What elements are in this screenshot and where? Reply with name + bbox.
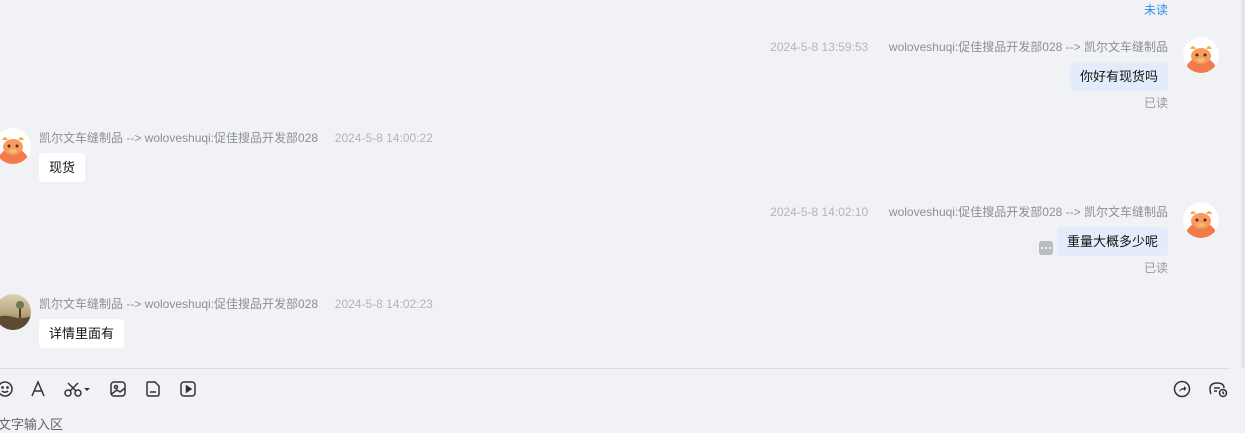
emoji-icon[interactable]: [0, 379, 15, 399]
avatar[interactable]: [0, 294, 31, 330]
file-icon[interactable]: [143, 379, 163, 399]
divider: [0, 368, 1230, 369]
message-sender: 凯尔文车缝制品 --> woloveshuqi:促佳搜品开发部028: [39, 297, 319, 311]
message-sender: woloveshuqi:促佳搜品开发部028 --> 凯尔文车缝制品: [888, 205, 1168, 219]
message-bubble[interactable]: 重量大概多少呢: [1056, 227, 1168, 256]
message-meta: 凯尔文车缝制品 --> woloveshuqi:促佳搜品开发部028 2024-…: [39, 295, 433, 312]
image-icon[interactable]: [108, 379, 128, 399]
message-input[interactable]: 文字输入区: [0, 412, 1230, 432]
message-bubble[interactable]: 详情里面有: [39, 319, 125, 348]
message-sender: 凯尔文车缝制品 --> woloveshuqi:促佳搜品开发部028: [39, 131, 319, 145]
share-icon[interactable]: [1172, 379, 1192, 399]
message-sender: woloveshuqi:促佳搜品开发部028 --> 凯尔文车缝制品: [888, 40, 1168, 54]
message-meta: 凯尔文车缝制品 --> woloveshuqi:促佳搜品开发部028 2024-…: [39, 129, 433, 146]
avatar[interactable]: [1183, 37, 1219, 73]
scrollbar[interactable]: [1241, 0, 1245, 368]
message-time: 2024-5-8 13:59:53: [770, 40, 869, 54]
message-time: 2024-5-8 14:00:22: [334, 131, 433, 145]
video-icon[interactable]: [178, 379, 198, 399]
read-status: 已读: [1143, 96, 1168, 110]
quick-reply-icon[interactable]: [1208, 379, 1228, 399]
more-options-icon[interactable]: [1039, 241, 1053, 255]
scissors-icon[interactable]: [62, 379, 92, 399]
avatar[interactable]: [1183, 202, 1219, 238]
font-icon[interactable]: [28, 379, 48, 399]
chat-message-area: 未读 2024-5-8 13:59:53 woloveshuqi:促佳搜品开发部…: [0, 0, 1240, 368]
read-status: 已读: [1143, 261, 1168, 275]
message-bubble[interactable]: 你好有现货吗: [1069, 62, 1168, 91]
message-bubble[interactable]: 现货: [39, 153, 86, 182]
unread-status: 未读: [1143, 3, 1168, 17]
message-meta: 2024-5-8 14:02:10 woloveshuqi:促佳搜品开发部028…: [770, 203, 1168, 220]
message-meta: 2024-5-8 13:59:53 woloveshuqi:促佳搜品开发部028…: [770, 38, 1168, 55]
avatar[interactable]: [0, 128, 31, 164]
message-time: 2024-5-8 14:02:23: [334, 297, 433, 311]
input-placeholder: 文字输入区: [0, 417, 64, 432]
message-time: 2024-5-8 14:02:10: [770, 205, 869, 219]
